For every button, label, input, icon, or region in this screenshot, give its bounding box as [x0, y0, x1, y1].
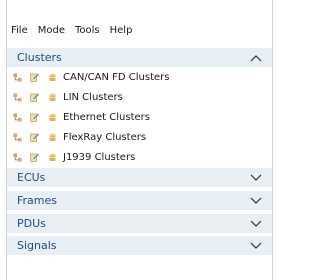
edit-icon [30, 153, 39, 162]
chevron-up-icon [250, 54, 262, 61]
menu-help[interactable]: Help [105, 22, 138, 40]
section-signals-label: Signals [17, 239, 57, 252]
database-icon [49, 113, 56, 121]
tree-row-can[interactable]: CAN/CAN FD Clusters [7, 68, 272, 87]
tree-row-label: Ethernet Clusters [63, 112, 150, 123]
section-ecus-label: ECUs [17, 171, 46, 184]
section-clusters-label: Clusters [17, 51, 62, 64]
tree-row-j1939[interactable]: J1939 Clusters [7, 148, 272, 167]
tree-row-lin[interactable]: LIN Clusters [7, 88, 272, 107]
tree-row-label: J1939 Clusters [63, 152, 136, 163]
chevron-down-icon [250, 220, 262, 227]
menu-mode[interactable]: Mode [33, 22, 70, 40]
tree-row-label: CAN/CAN FD Clusters [63, 72, 170, 83]
network-icon [13, 133, 22, 142]
edit-icon [30, 113, 39, 122]
section-frames-header[interactable]: Frames [7, 191, 272, 210]
menu-tools[interactable]: Tools [70, 22, 105, 40]
panel-right-border [272, 0, 273, 280]
section-pdus-header[interactable]: PDUs [7, 214, 272, 233]
chevron-down-icon [250, 174, 262, 181]
menu-bar: File Mode Tools Help [7, 18, 272, 44]
section-clusters-header[interactable]: Clusters [7, 48, 272, 67]
section-frames-label: Frames [17, 194, 58, 207]
menu-file[interactable]: File [7, 22, 33, 40]
tree-row-label: LIN Clusters [63, 92, 123, 103]
section-pdus-label: PDUs [17, 217, 46, 230]
section-signals-header[interactable]: Signals [7, 236, 272, 255]
tree-row-flexray[interactable]: FlexRay Clusters [7, 128, 272, 147]
network-icon [13, 153, 22, 162]
database-icon [49, 133, 56, 141]
tree-row-ethernet[interactable]: Ethernet Clusters [7, 108, 272, 127]
edit-icon [30, 73, 39, 82]
network-icon [13, 113, 22, 122]
database-icon [49, 153, 56, 161]
edit-icon [30, 133, 39, 142]
section-ecus-header[interactable]: ECUs [7, 168, 272, 187]
tree-row-label: FlexRay Clusters [63, 132, 147, 143]
network-icon [13, 93, 22, 102]
network-icon [13, 73, 22, 82]
database-icon [49, 73, 56, 81]
edit-icon [30, 93, 39, 102]
chevron-down-icon [250, 242, 262, 249]
database-icon [49, 93, 56, 101]
chevron-down-icon [250, 197, 262, 204]
